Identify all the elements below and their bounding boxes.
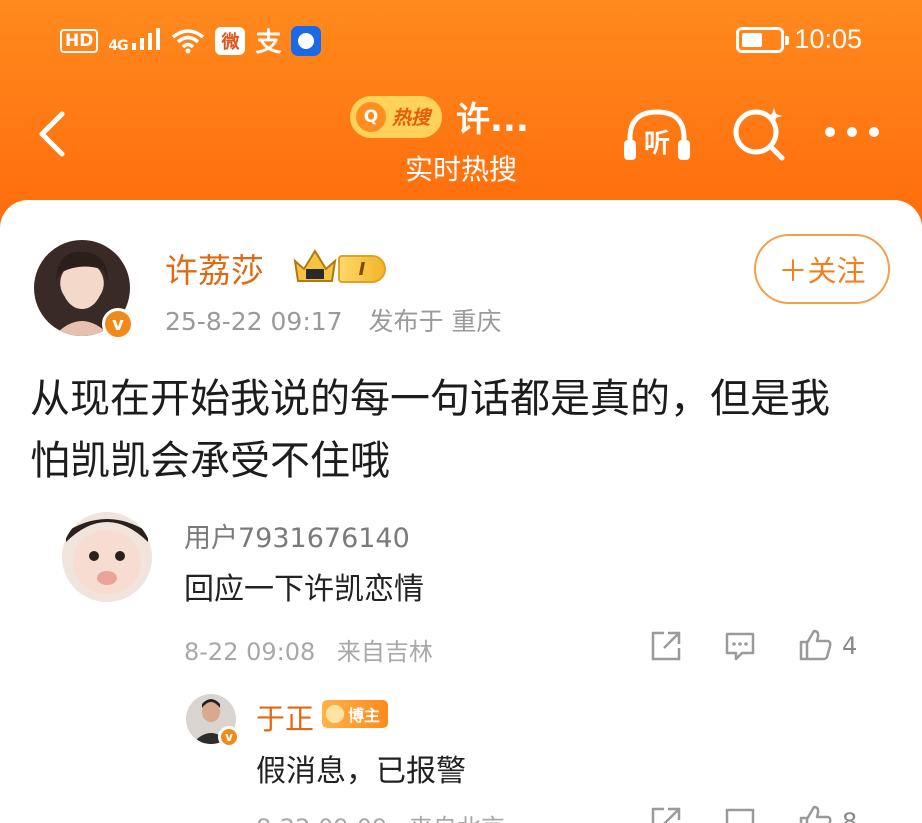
battery-icon (736, 26, 790, 53)
hot-search-label: 热搜 (392, 107, 431, 129)
status-bar-right: 10:05 (736, 24, 862, 55)
reply-author-name[interactable]: 于正 (256, 696, 314, 738)
comment-icon[interactable] (724, 630, 756, 662)
commenter-avatar[interactable] (62, 512, 152, 602)
reply-date: 8-22 09:09 (256, 814, 387, 823)
blogger-badge: 博主 (322, 700, 389, 728)
more-dots-icon[interactable] (822, 124, 882, 140)
battery-level-fill (742, 32, 763, 47)
status-bar-left: HD 4G 微 支 (60, 22, 322, 59)
verified-badge: v (102, 308, 134, 340)
post-card: v 许荔莎 I 25-8-22 09:17 发布于 重庆 ＋关注 从现在开始我说… (0, 200, 922, 823)
search-q-icon: Q (356, 101, 386, 132)
reply-like-icon[interactable] (798, 804, 832, 823)
reply-meta: 8-22 09:09 来自北京 (256, 808, 505, 823)
reply-source: 来自北京 (409, 814, 505, 823)
author-name[interactable]: 许荔莎 (165, 244, 264, 292)
comment-text: 回应一下许凯恋情 (184, 572, 424, 607)
alipay-icon: 支 (255, 28, 282, 58)
hot-search-badge: Q 热搜 (350, 95, 443, 138)
commenter-avatar-image (66, 519, 148, 594)
level-badge: I (338, 255, 386, 283)
status-bar: HD 4G 微 支 10:05 (0, 0, 922, 80)
reply-verified-badge: v (218, 726, 240, 748)
comment-meta: 8-22 09:08 来自吉林 (184, 632, 433, 667)
listen-headphones-icon[interactable]: 听 (622, 104, 692, 168)
clock: 10:05 (794, 24, 862, 54)
reply-share-icon[interactable] (650, 806, 682, 823)
post-date: 25-8-22 09:17 (165, 307, 343, 336)
listen-label: 听 (644, 129, 670, 159)
post-location: 发布于 重庆 (368, 307, 502, 336)
follow-button[interactable]: ＋关注 (754, 234, 890, 304)
weibo-app-icon: 微 (215, 26, 246, 55)
post-meta: 25-8-22 09:17 发布于 重庆 (165, 302, 501, 338)
page-title: 许... (456, 100, 529, 140)
share-icon[interactable] (650, 630, 682, 662)
search-sparkle-icon[interactable] (730, 104, 790, 164)
reply-text: 假消息，已报警 (256, 754, 466, 789)
comment-source: 来自吉林 (336, 638, 433, 666)
post-text: 从现在开始我说的每一句话都是真的，但是我怕凯凯会承受不住哦 (30, 376, 830, 484)
crown-icon (293, 249, 337, 282)
nav-bar: Q 热搜 许... 实时热搜 听 (0, 80, 922, 200)
wifi-icon (172, 28, 205, 53)
comment-date: 8-22 09:08 (184, 638, 316, 666)
reply-comment-icon[interactable] (724, 806, 756, 823)
like-icon[interactable] (798, 628, 832, 662)
reply-like-count: 8 (842, 808, 858, 823)
hot-search-title[interactable]: Q 热搜 许... (350, 92, 529, 141)
commenter-name[interactable]: 用户7931676140 (184, 516, 410, 555)
network-indicator: 4G (108, 27, 161, 54)
comment-like-count: 4 (842, 632, 858, 660)
hd-indicator: HD (60, 28, 99, 53)
app-notification-icon (291, 25, 322, 56)
blogger-badge-label: 博主 (348, 706, 381, 725)
blogger-badge-icon (326, 705, 344, 723)
signal-icon (132, 27, 161, 50)
